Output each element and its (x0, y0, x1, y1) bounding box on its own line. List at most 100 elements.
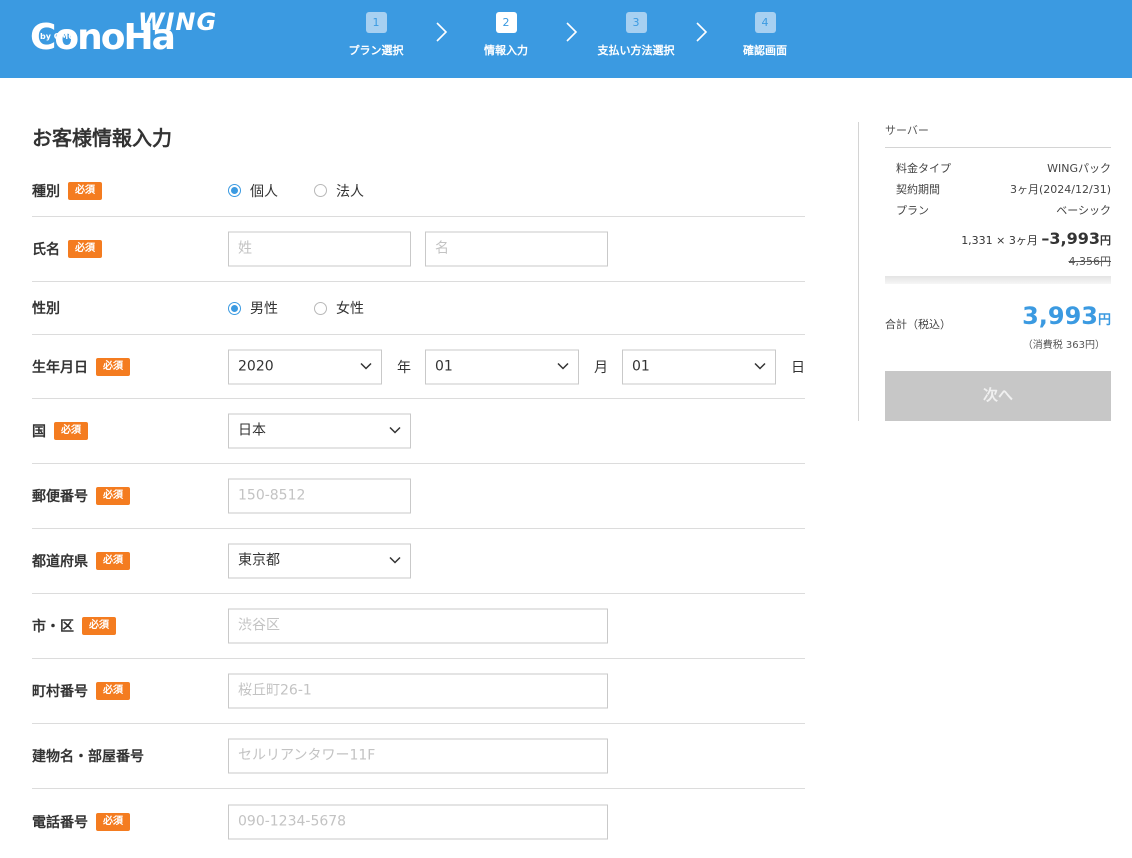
label-text: 郵便番号 (32, 489, 88, 505)
field-label: 種別 必須 (32, 181, 102, 201)
sidebar-divider (858, 122, 859, 421)
row-prefecture: 都道府県 必須 東京都 (32, 529, 805, 594)
select-value: 01 (632, 358, 650, 374)
label-text: 町村番号 (32, 684, 88, 700)
summary-row-price-type: 料金タイプ WINGパック (896, 158, 1111, 179)
radio-individual[interactable]: 個人 (228, 181, 278, 201)
logo-wing: WING (138, 8, 218, 36)
required-badge: 必須 (96, 812, 130, 831)
summary-value: 3ヶ月(2024/12/31) (1010, 183, 1111, 196)
calc-yen: 円 (1100, 234, 1111, 247)
field-label: 建物名・部屋番号 (32, 746, 144, 766)
required-badge: 必須 (96, 682, 130, 700)
chevron-down-icon (389, 426, 401, 434)
city-input[interactable]: 渋谷区 (228, 608, 608, 644)
row-gender: 性別 男性 女性 (32, 282, 805, 335)
step-number: 1 (365, 12, 387, 33)
label-text: 性別 (32, 301, 60, 317)
tax-note: （消費税 363円） (1022, 340, 1105, 351)
required-badge: 必須 (96, 487, 130, 505)
total-yen: 円 (1097, 313, 1111, 328)
label-text: 国 (32, 424, 46, 440)
birth-day-select[interactable]: 01 (622, 349, 776, 384)
country-select[interactable]: 日本 (228, 413, 411, 449)
radio-female[interactable]: 女性 (314, 298, 364, 318)
label-text: 種別 (32, 183, 60, 200)
radio-button[interactable] (228, 301, 241, 315)
step-label: 確認画面 (743, 44, 787, 57)
total-price: 3,993円 (1022, 302, 1111, 330)
step-info-input: 2 情報入力 (446, 12, 566, 58)
radio-label: 法人 (336, 183, 364, 200)
placeholder-text: 名 (435, 240, 449, 257)
radio-button[interactable] (314, 184, 327, 197)
field-label: 町村番号 必須 (32, 681, 130, 701)
first-name-input[interactable]: 名 (425, 231, 608, 267)
radio-label: 男性 (250, 301, 278, 317)
page-title: お客様情報入力 (32, 126, 172, 150)
field-label: 市・区 必須 (32, 616, 116, 636)
select-value: 日本 (238, 422, 266, 439)
label-text: 氏名 (32, 242, 60, 258)
phone-input[interactable]: 090-1234-5678 (228, 804, 608, 839)
top-header: ConoHa by GMO WING 1 プラン選択 2 情報入力 3 支払い方… (0, 0, 1132, 78)
select-value: 01 (435, 358, 453, 374)
row-customer-type: 種別 必須 個人 法人 (32, 165, 805, 217)
original-price: 4,356円 (1068, 255, 1112, 268)
total-label: 合計（税込） (885, 318, 951, 331)
label-text: 建物名・部屋番号 (32, 749, 144, 765)
order-summary: サーバー 料金タイプ WINGパック 契約期間 3ヶ月(2024/12/31) … (885, 122, 1111, 351)
row-phone: 電話番号 必須 090-1234-5678 (32, 789, 805, 854)
radio-corporate[interactable]: 法人 (314, 181, 364, 201)
birth-year-select[interactable]: 2020 (228, 349, 382, 384)
required-badge: 必須 (82, 617, 116, 635)
radio-button[interactable] (314, 301, 327, 315)
placeholder-text: 姓 (238, 240, 252, 257)
summary-row-plan: プラン ベーシック (896, 200, 1111, 221)
field-label: 郵便番号 必須 (32, 486, 130, 506)
label-text: 市・区 (32, 619, 74, 635)
row-town-number: 町村番号 必須 桜丘町26-1 (32, 659, 805, 724)
label-text: 電話番号 (32, 814, 88, 831)
day-unit: 日 (791, 359, 805, 376)
field-label: 都道府県 必須 (32, 551, 130, 571)
field-label: 国 必須 (32, 421, 88, 441)
placeholder-text: 090-1234-5678 (238, 813, 347, 829)
chevron-down-icon (754, 362, 766, 370)
step-number: 4 (754, 12, 776, 33)
radio-male[interactable]: 男性 (228, 298, 278, 318)
prefecture-select[interactable]: 東京都 (228, 543, 411, 579)
summary-key: 料金タイプ (896, 162, 951, 175)
required-badge: 必須 (68, 181, 102, 200)
total-amount: 3,993 (1022, 302, 1098, 330)
gender-radios: 男性 女性 (228, 298, 400, 318)
label-text: 都道府県 (32, 554, 88, 570)
row-birthdate: 生年月日 必須 2020 年 01 月 01 日 (32, 335, 805, 399)
total-section: 合計（税込） 3,993円 （消費税 363円） (885, 302, 1111, 351)
placeholder-text: 渋谷区 (238, 617, 280, 634)
building-input[interactable]: セルリアンタワー11F (228, 738, 608, 774)
step-label: プラン選択 (348, 44, 404, 57)
logo-by-gmo: by GMO (40, 32, 76, 41)
chevron-down-icon (389, 556, 401, 564)
summary-heading: サーバー (885, 122, 1111, 148)
field-label: 生年月日 必須 (32, 357, 130, 377)
summary-row-contract-period: 契約期間 3ヶ月(2024/12/31) (896, 179, 1111, 200)
chevron-down-icon (557, 362, 569, 370)
summary-separator (885, 276, 1111, 284)
summary-key: プラン (896, 204, 929, 217)
year-unit: 年 (397, 359, 411, 376)
chevron-down-icon (360, 362, 372, 370)
month-unit: 月 (594, 359, 608, 376)
birth-month-select[interactable]: 01 (425, 349, 579, 384)
price-calculation: 1,331 × 3ヶ月 –3,993円 (896, 229, 1111, 248)
radio-button[interactable] (228, 184, 241, 197)
summary-key: 契約期間 (896, 183, 940, 196)
customer-type-radios: 個人 法人 (228, 181, 400, 201)
postal-code-input[interactable]: 150-8512 (228, 478, 411, 514)
last-name-input[interactable]: 姓 (228, 231, 411, 267)
town-number-input[interactable]: 桜丘町26-1 (228, 673, 608, 709)
select-value: 東京都 (238, 552, 280, 569)
summary-details: 料金タイプ WINGパック 契約期間 3ヶ月(2024/12/31) プラン ベ… (885, 148, 1111, 269)
next-button[interactable]: 次へ (885, 371, 1111, 421)
